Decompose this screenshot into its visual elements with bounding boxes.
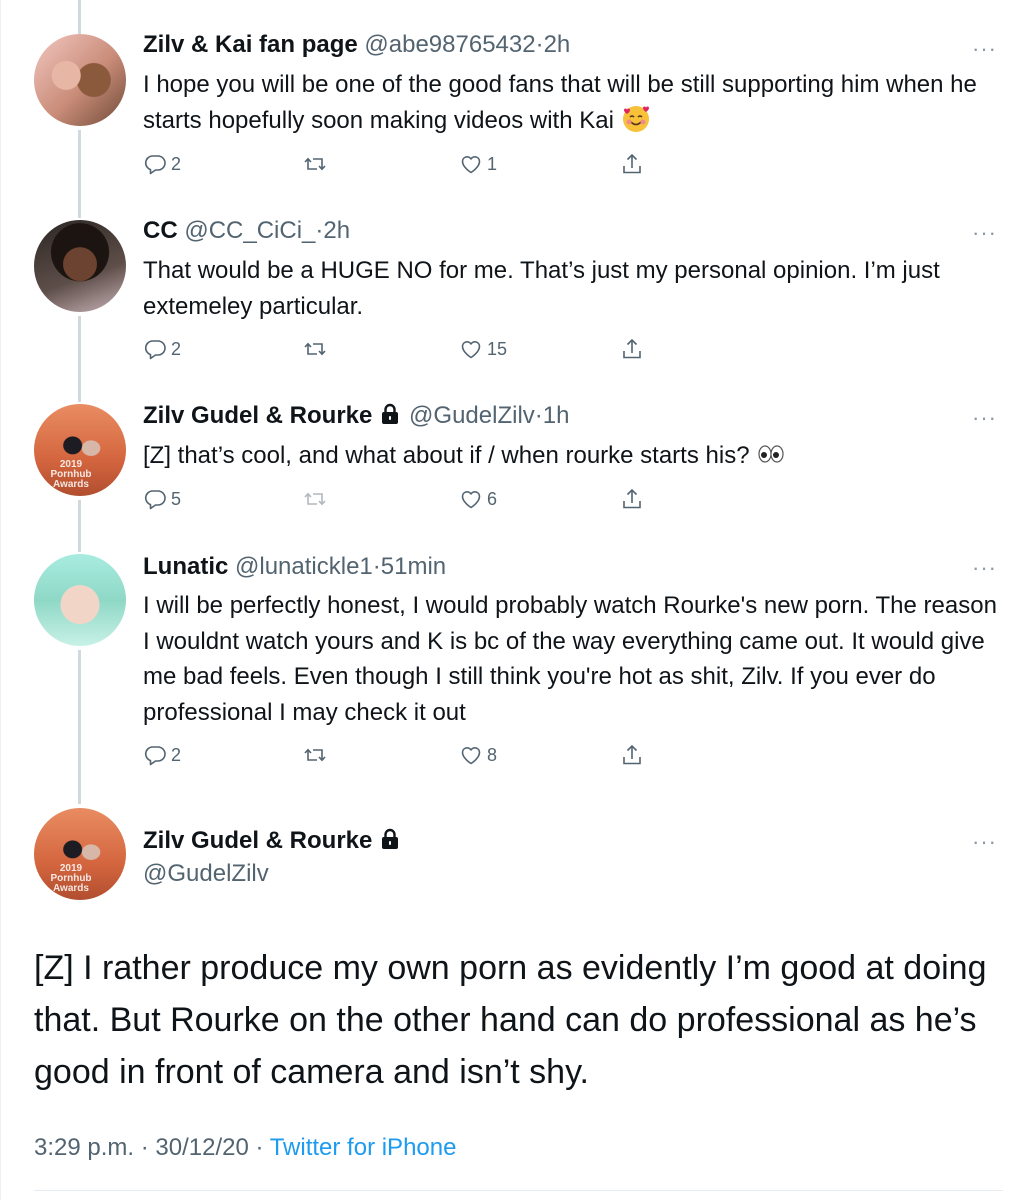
heart-icon: [459, 487, 483, 511]
heart-icon: [459, 337, 483, 361]
tweet-actions: 5 6: [143, 487, 663, 517]
avatar[interactable]: [34, 554, 126, 646]
separator: ·: [534, 402, 543, 429]
retweet-button[interactable]: [303, 152, 327, 176]
user-handle[interactable]: @abe98765432: [364, 31, 535, 58]
lock-icon: [378, 827, 402, 851]
user-handle[interactable]: @CC_CiCi_: [184, 217, 315, 244]
reply-button[interactable]: 2: [143, 743, 181, 767]
user-handle[interactable]: @GudelZilv: [409, 402, 535, 429]
separator: ·: [372, 553, 381, 580]
display-name[interactable]: Lunatic: [143, 553, 228, 580]
reply-button[interactable]: 2: [143, 337, 181, 361]
retweet-icon: [303, 152, 327, 176]
smiling-face-with-hearts-icon: [622, 105, 649, 132]
eyes-icon: [758, 445, 784, 463]
like-button[interactable]: 1: [459, 152, 497, 176]
thread-line: [78, 316, 81, 402]
tweet-timestamp[interactable]: 3:29 p.m. · 30/12/20 ·: [34, 1134, 263, 1161]
reply-button[interactable]: 5: [143, 487, 181, 511]
heart-icon: [459, 152, 483, 176]
share-icon: [620, 743, 644, 767]
display-name[interactable]: CC: [143, 217, 178, 244]
tweet-text-body: [Z] that’s cool, and what about if / whe…: [143, 442, 750, 469]
avatar[interactable]: 2019 Pornhub Awards: [34, 808, 126, 900]
more-icon[interactable]: ···: [972, 557, 997, 579]
retweet-button[interactable]: [303, 743, 327, 767]
tweet-actions: 2 1: [143, 152, 663, 182]
thread-line: [78, 0, 81, 34]
tweet-text: I hope you will be one of the good fans …: [143, 67, 1003, 138]
tweet-text: I will be perfectly honest, I would prob…: [143, 592, 997, 726]
share-button[interactable]: [620, 337, 644, 361]
like-count: 1: [487, 153, 498, 174]
reply-button[interactable]: 2: [143, 152, 181, 176]
tweet-header: CC @CC_CiCi_·2h: [143, 216, 350, 246]
more-icon[interactable]: ···: [972, 38, 997, 60]
reply-count: 5: [171, 488, 182, 509]
share-button[interactable]: [620, 487, 644, 511]
avatar[interactable]: 2019 Pornhub Awards: [34, 404, 126, 496]
display-name[interactable]: Zilv Gudel & Rourke: [143, 402, 372, 429]
tweet-header: Zilv Gudel & Rourke @GudelZilv·1h: [143, 401, 569, 431]
display-name[interactable]: Zilv Gudel & Rourke: [143, 827, 372, 854]
page-left-border: [0, 0, 1, 1200]
tweet-time[interactable]: 1h: [543, 402, 570, 429]
tweet-source-link[interactable]: Twitter for iPhone: [270, 1134, 457, 1161]
reply-icon: [143, 337, 167, 361]
tweet-time[interactable]: 51min: [381, 553, 446, 580]
user-handle[interactable]: @lunatickle1: [235, 553, 373, 580]
reply-count: 2: [171, 744, 182, 765]
avatar[interactable]: [34, 34, 126, 126]
separator: ·: [535, 31, 544, 58]
retweet-button: [303, 487, 327, 511]
divider: [34, 1190, 1003, 1191]
avatar-stamp: 2019 Pornhub Awards: [50, 459, 92, 490]
like-button[interactable]: 8: [459, 743, 497, 767]
tweet-text: That would be a HUGE NO for me. That’s j…: [143, 257, 940, 320]
share-icon: [620, 337, 644, 361]
avatar-stamp: 2019 Pornhub Awards: [50, 863, 92, 894]
retweet-icon: [303, 743, 327, 767]
reply-icon: [143, 152, 167, 176]
tweet-time[interactable]: 2h: [544, 31, 571, 58]
thread-line: [78, 500, 81, 552]
more-icon[interactable]: ···: [972, 831, 997, 853]
tweet-text: [Z] that’s cool, and what about if / whe…: [143, 438, 1003, 474]
tweet-header: Zilv & Kai fan page @abe98765432·2h: [143, 30, 570, 60]
like-count: 8: [487, 744, 498, 765]
like-count: 15: [487, 338, 508, 359]
reply-icon: [143, 487, 167, 511]
share-button[interactable]: [620, 152, 644, 176]
thread-line: [78, 650, 81, 804]
tweet-actions: 2 8: [143, 743, 663, 773]
lock-icon: [378, 402, 402, 426]
like-count: 6: [487, 488, 498, 509]
share-button[interactable]: [620, 743, 644, 767]
reply-count: 2: [171, 338, 182, 359]
share-icon: [620, 152, 644, 176]
tweet-meta: 3:29 p.m. · 30/12/20 · Twitter for iPhon…: [34, 1134, 456, 1162]
tweet-time[interactable]: 2h: [323, 217, 350, 244]
retweet-button[interactable]: [303, 337, 327, 361]
retweet-icon: [303, 487, 327, 511]
more-icon[interactable]: ···: [972, 222, 997, 244]
tweet-text-body: I hope you will be one of the good fans …: [143, 71, 977, 134]
like-button[interactable]: 6: [459, 487, 497, 511]
reply-icon: [143, 743, 167, 767]
main-tweet-name: Zilv Gudel & Rourke: [143, 826, 402, 856]
share-icon: [620, 487, 644, 511]
reply-count: 2: [171, 153, 182, 174]
tweet-header: Lunatic @lunatickle1·51min: [143, 552, 446, 582]
display-name[interactable]: Zilv & Kai fan page: [143, 31, 358, 58]
retweet-icon: [303, 337, 327, 361]
heart-icon: [459, 743, 483, 767]
like-button[interactable]: 15: [459, 337, 507, 361]
main-tweet-text: [Z] I rather produce my own porn as evid…: [34, 949, 987, 1091]
tweet-actions: 2 15: [143, 337, 663, 367]
avatar[interactable]: [34, 220, 126, 312]
thread-line: [78, 130, 81, 218]
user-handle[interactable]: @GudelZilv: [143, 859, 269, 889]
more-icon[interactable]: ···: [972, 407, 997, 429]
